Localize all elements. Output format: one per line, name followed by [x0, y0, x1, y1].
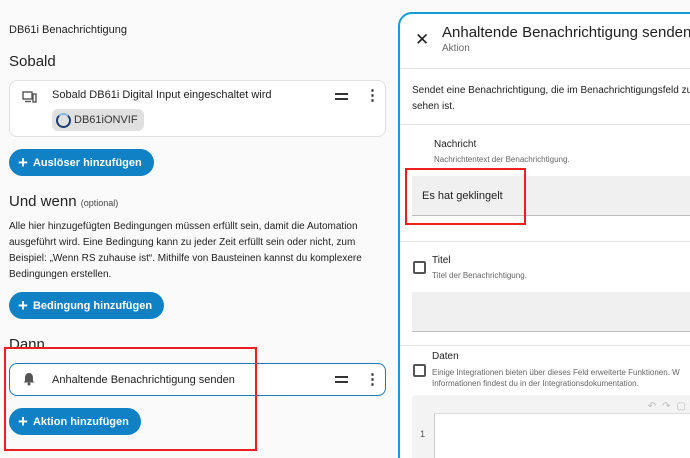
- condition-heading: Und wenn (optional): [9, 193, 118, 210]
- dialog-title: Anhaltende Benachrichtigung senden: [442, 24, 690, 41]
- add-trigger-label: Auslöser hinzufügen: [32, 156, 142, 169]
- highlight-box: [405, 168, 526, 225]
- add-condition-label: Bedingung hinzufügen: [32, 299, 153, 312]
- title-field[interactable]: [412, 292, 690, 332]
- divider: [400, 124, 690, 125]
- message-hint: Nachrichtentext der Benachrichtigung.: [434, 155, 570, 164]
- plus-icon: +: [18, 153, 28, 172]
- close-icon[interactable]: ✕: [415, 30, 429, 50]
- camera-device-icon: [56, 112, 71, 128]
- device-chip[interactable]: DB61iONVIF: [52, 109, 144, 131]
- title-label: Titel: [432, 255, 451, 266]
- dialog-subtitle: Aktion: [442, 43, 470, 54]
- divider: [400, 345, 690, 346]
- trigger-heading: Sobald: [9, 53, 56, 70]
- trigger-label: Sobald DB61i Digital Input eingeschaltet…: [52, 89, 272, 101]
- device-icon: [22, 91, 37, 105]
- condition-description: Alle hier hinzugefügten Bedingungen müss…: [9, 221, 362, 280]
- line-number: 1: [420, 429, 426, 439]
- drag-handle-icon[interactable]: [335, 376, 348, 383]
- add-condition-button[interactable]: + Bedingung hinzufügen: [9, 292, 165, 319]
- undo-redo-icons: ↶↷▢: [647, 401, 690, 412]
- data-code-editor[interactable]: ↶↷▢ 1: [412, 395, 690, 458]
- dialog-description: Sendet eine Benachrichtigung, die im Ben…: [412, 85, 690, 112]
- message-label: Nachricht: [434, 139, 477, 150]
- divider: [400, 241, 690, 242]
- drag-handle-icon[interactable]: [335, 93, 348, 100]
- more-vert-icon[interactable]: ⋮: [365, 372, 380, 387]
- title-hint: Titel der Benachrichtigung.: [432, 271, 527, 280]
- divider: [400, 68, 690, 69]
- data-hint-line2: Informationen findest du in der Integrat…: [432, 379, 639, 388]
- condition-heading-text: Und wenn: [9, 193, 77, 210]
- data-label: Daten: [432, 351, 459, 362]
- automation-title: DB61i Benachrichtigung: [9, 24, 128, 36]
- code-input[interactable]: [434, 413, 690, 458]
- action-dialog: ✕ Anhaltende Benachrichtigung senden Akt…: [398, 12, 690, 458]
- more-vert-icon[interactable]: ⋮: [365, 88, 380, 103]
- optional-label: (optional): [80, 198, 119, 208]
- highlight-box: [4, 347, 257, 451]
- title-checkbox[interactable]: [413, 261, 426, 274]
- data-checkbox[interactable]: [413, 364, 426, 377]
- automation-editor: DB61i Benachrichtigung Sobald Sobald DB6…: [0, 0, 398, 458]
- add-trigger-button[interactable]: + Auslöser hinzufügen: [9, 149, 154, 176]
- trigger-card[interactable]: Sobald DB61i Digital Input eingeschaltet…: [9, 80, 386, 137]
- chip-label: DB61iONVIF: [74, 114, 138, 126]
- plus-icon: +: [18, 296, 28, 315]
